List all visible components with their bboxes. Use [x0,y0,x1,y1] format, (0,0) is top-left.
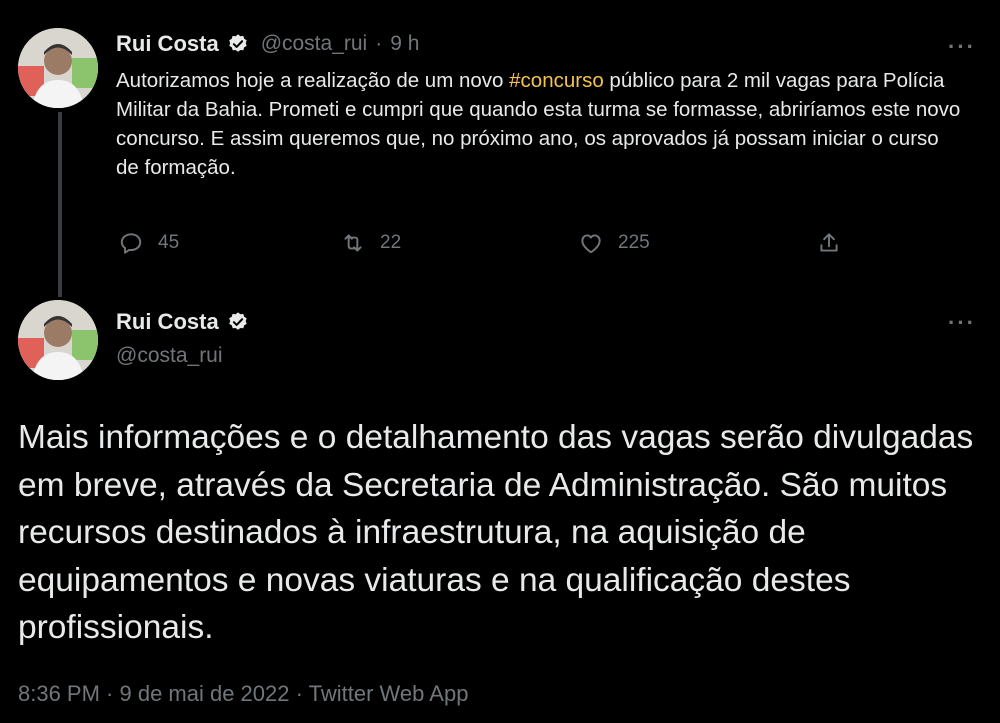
retweet-count: 22 [380,232,402,253]
thread-connector-line [58,112,62,297]
main-tweet-header: Rui Costa [116,309,249,335]
like-button[interactable]: 225 [578,230,650,256]
share-button[interactable] [816,230,842,256]
avatar-photo [18,28,98,108]
author-handle[interactable]: @costa_rui [116,344,223,368]
tweet-metadata[interactable]: 8:36 PM · 9 de mai de 2022 · Twitter Web… [18,681,468,707]
reply-button[interactable]: 45 [118,230,179,256]
retweet-button[interactable]: 22 [340,230,401,256]
like-count: 225 [618,232,650,253]
hashtag-link[interactable]: #concurso [509,69,604,92]
share-icon [820,233,838,252]
avatar-photo [18,300,98,380]
like-icon [581,234,601,254]
reply-count: 45 [158,232,180,253]
author-name[interactable]: Rui Costa [116,31,219,57]
avatar[interactable] [18,300,98,380]
author-handle[interactable]: @costa_rui [261,32,368,56]
tweet-text-part: Autorizamos hoje a realização de um novo [116,69,510,92]
reply-icon [120,233,142,254]
author-name[interactable]: Rui Costa [116,309,219,335]
tweet-time[interactable]: 9 h [390,32,419,56]
main-tweet-text: Mais informações e o detalhamento das va… [18,419,974,646]
retweet-icon [344,234,362,252]
parent-tweet-header: Rui Costa @costa_rui · 9 h [116,31,419,57]
avatar[interactable] [18,28,98,108]
parent-tweet-text: Autorizamos hoje a realização de um novo… [116,66,966,182]
more-options-icon[interactable]: ··· [948,34,976,60]
verified-badge-icon [228,34,247,52]
separator-dot: · [375,32,383,55]
more-options-icon[interactable]: ··· [948,310,976,336]
verified-badge-icon [228,312,247,330]
